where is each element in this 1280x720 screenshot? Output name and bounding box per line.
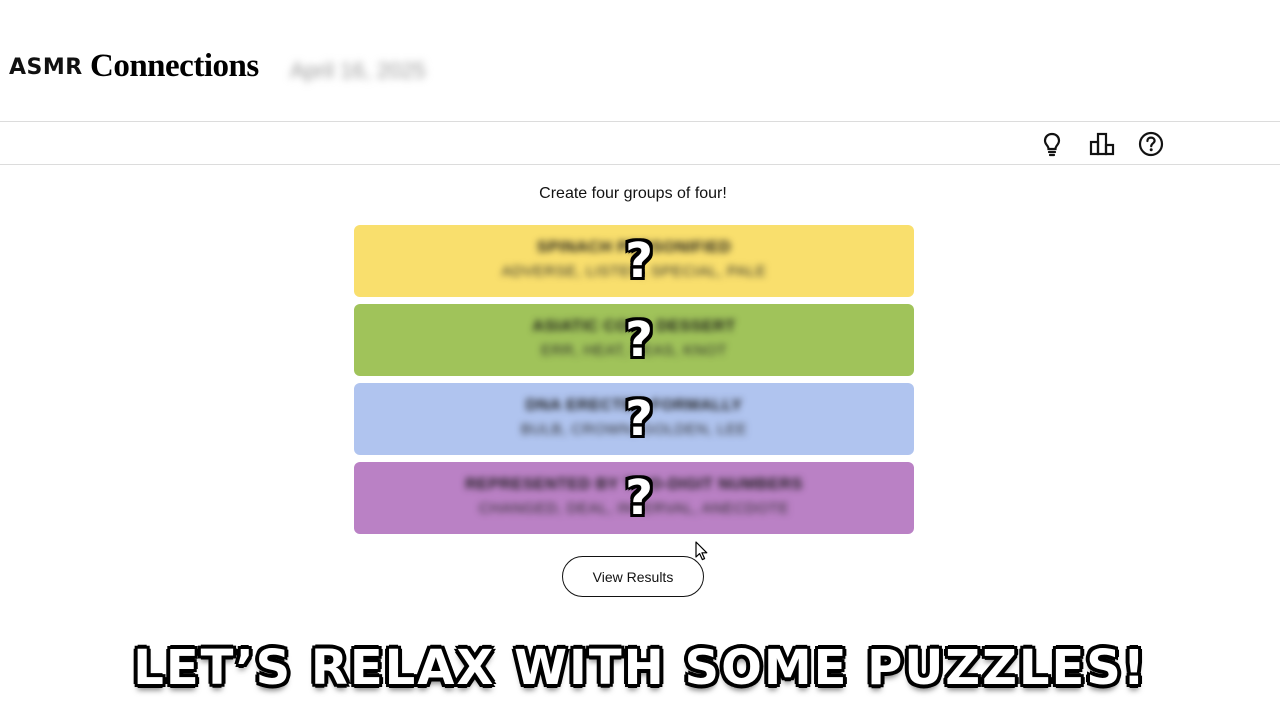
view-results-button[interactable]: View Results xyxy=(562,556,704,597)
hidden-answer-mark: ? xyxy=(625,391,653,447)
mouse-cursor-icon xyxy=(695,541,708,561)
solved-group-yellow: SPINACH PERSONIFIED ADVERSE, LISTEN, SPE… xyxy=(354,225,914,297)
brand-title: Connections xyxy=(90,48,259,84)
hidden-answer-mark: ? xyxy=(625,233,653,289)
leaderboard-icon[interactable] xyxy=(1089,131,1115,157)
hidden-answer-mark: ? xyxy=(625,312,653,368)
toolbar xyxy=(0,122,1280,164)
puzzle-date: April 16, 2025 xyxy=(290,58,426,83)
brand-prefix: ASMR xyxy=(9,55,83,80)
solved-group-blue: DNA ERECTED FORMALLY BULB, CROWN, GOLDEN… xyxy=(354,383,914,455)
solved-group-purple: REPRESENTED BY TWO-DIGIT NUMBERS CHANGED… xyxy=(354,462,914,534)
toolbar-divider xyxy=(0,164,1280,165)
caption-banner: LET’S RELAX WITH SOME PUZZLES! xyxy=(133,640,1147,696)
header: ASMR Connections April 16, 2025 xyxy=(0,0,1280,121)
hidden-answer-mark: ? xyxy=(625,470,653,526)
help-icon[interactable] xyxy=(1138,131,1164,157)
lightbulb-icon[interactable] xyxy=(1039,131,1065,157)
instruction-text: Create four groups of four! xyxy=(539,185,727,202)
solved-group-green: ASIATIC COOL DESSERT ERR, HEAT, PEAS, KN… xyxy=(354,304,914,376)
